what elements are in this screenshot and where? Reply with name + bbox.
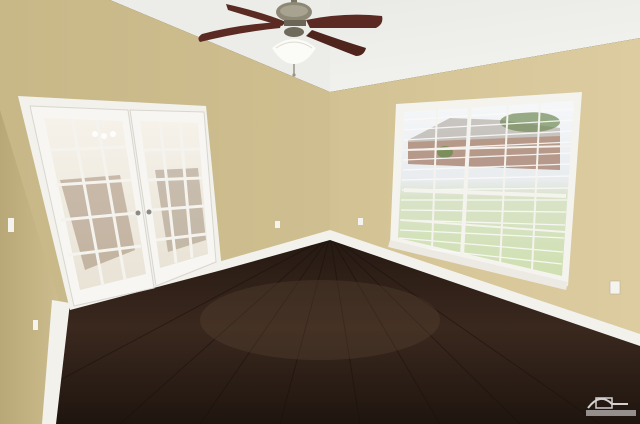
room-svg	[0, 0, 640, 424]
door-handle-left[interactable]	[135, 210, 141, 216]
light-switch	[8, 218, 14, 232]
wall-outlet-back	[275, 221, 280, 228]
floor-reflection	[200, 280, 440, 360]
wall-outlet-left	[33, 320, 38, 330]
wall-outlet-mid	[358, 218, 363, 225]
wall-outlet-right	[609, 280, 621, 295]
room-photo	[0, 0, 640, 424]
door-handle-right[interactable]	[146, 209, 152, 215]
